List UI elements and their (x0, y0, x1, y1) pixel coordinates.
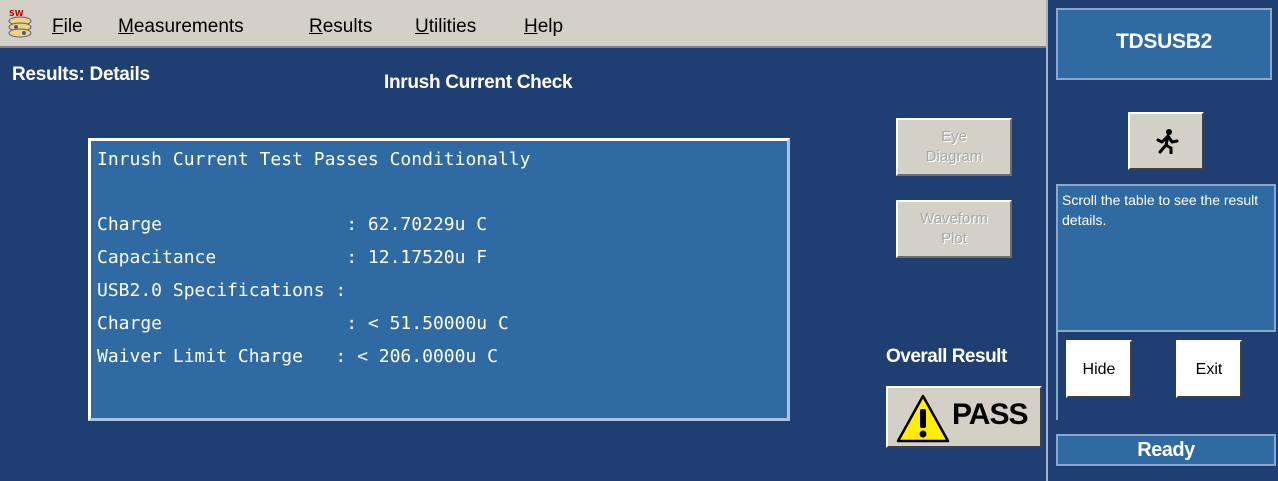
section-heading: Results: Details (12, 64, 150, 85)
menu-results[interactable]: Results (309, 16, 372, 38)
menu-file[interactable]: File (52, 16, 83, 38)
run-button[interactable] (1128, 112, 1204, 170)
help-text: Scroll the table to see the result detai… (1062, 192, 1259, 228)
detail-line-charge: Charge : 62.70229u C (97, 214, 488, 235)
detail-line-waiver-charge: Waiver Limit Charge : < 206.0000u C (97, 346, 498, 367)
main-window: SW File Measurements Results Utilities H… (0, 0, 1046, 481)
overall-result-label: Overall Result (886, 346, 1007, 367)
waveform-plot-button[interactable]: Waveform Plot (896, 200, 1012, 258)
overall-result-badge: PASS (886, 386, 1042, 448)
detail-line-spec-heading: USB2.0 Specifications : (97, 280, 347, 301)
detail-line-spec-charge: Charge : < 51.50000u C (97, 313, 509, 334)
status-text: Ready (1137, 439, 1195, 461)
menu-bar: SW File Measurements Results Utilities H… (0, 0, 1046, 48)
app-logo-icon: SW (7, 7, 33, 39)
menu-utilities[interactable]: Utilities (415, 16, 476, 38)
page-title: Inrush Current Check (384, 72, 573, 93)
eye-diagram-button[interactable]: Eye Diagram (896, 118, 1012, 176)
menu-measurements[interactable]: Measurements (118, 16, 244, 38)
help-text-box: Scroll the table to see the result detai… (1056, 184, 1276, 342)
app-title: TDSUSB2 (1116, 30, 1212, 53)
results-table[interactable]: Inrush Current Test Passes Conditionally… (88, 138, 790, 421)
hide-button[interactable]: Hide (1066, 340, 1132, 398)
menu-help[interactable]: Help (524, 16, 563, 38)
control-panel: TDSUSB2 Scroll the table to see the resu… (1046, 0, 1278, 481)
app-title-box: TDSUSB2 (1056, 8, 1272, 80)
status-bar: Ready (1056, 434, 1276, 466)
exit-button[interactable]: Exit (1176, 340, 1242, 398)
results-details-area: Results: Details Inrush Current Check In… (6, 48, 1044, 481)
detail-line-capacitance: Capacitance : 12.17520u F (97, 247, 488, 268)
detail-line-summary: Inrush Current Test Passes Conditionally (97, 149, 531, 170)
pass-text: PASS (952, 398, 1028, 431)
